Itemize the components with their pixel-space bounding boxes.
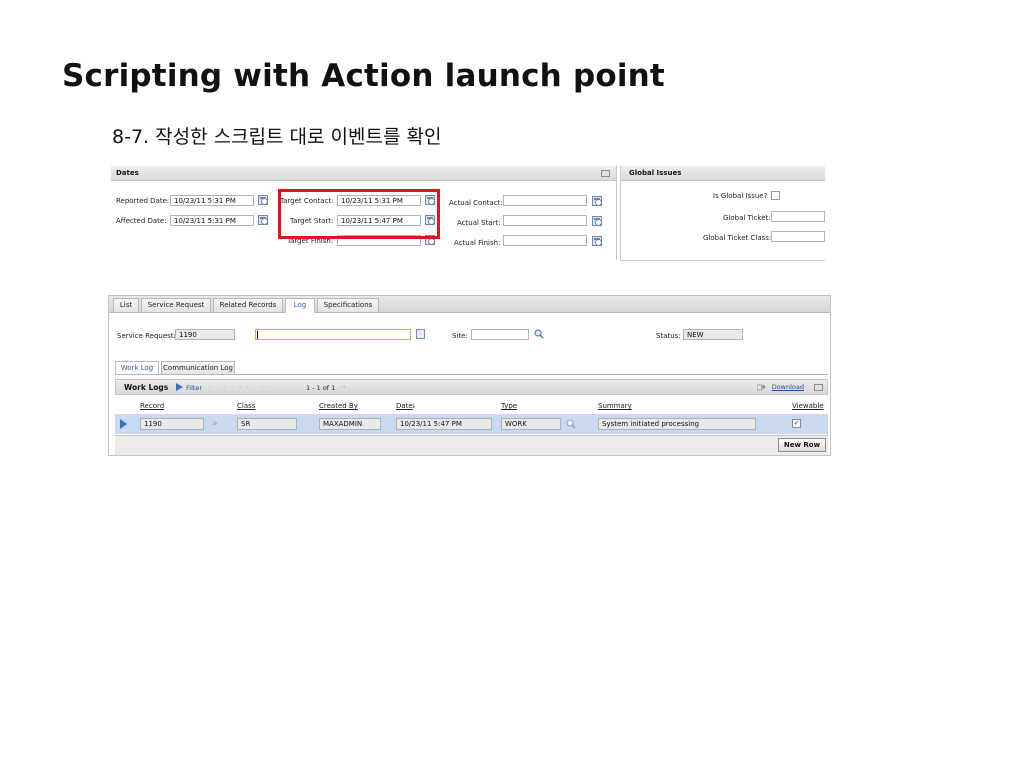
global-issues-title: Global Issues <box>629 169 682 177</box>
cell-class[interactable]: SR <box>237 418 297 430</box>
actual-start-label: Actual Start: <box>457 219 501 227</box>
text-cursor <box>257 331 258 339</box>
calendar-icon[interactable] <box>592 236 602 246</box>
calendar-icon[interactable] <box>258 215 268 225</box>
is-global-issue-label: Is Global Issue? <box>713 192 768 200</box>
global-ticket-class-input[interactable] <box>771 231 825 242</box>
cell-summary[interactable]: System initiated processing <box>598 418 756 430</box>
service-request-label: Service Request: <box>117 332 176 340</box>
cell-record[interactable]: 1190 <box>140 418 204 430</box>
subtab-work-log[interactable]: Work Log <box>115 361 159 375</box>
table-footer: New Row <box>115 435 828 455</box>
search-icon[interactable] <box>566 419 576 429</box>
new-row-button[interactable]: New Row <box>778 438 826 452</box>
search-icon[interactable] <box>534 329 544 339</box>
subtab-divider <box>115 374 828 375</box>
tab-strip: List Service Request Related Records Log… <box>109 296 830 313</box>
status-input: NEW <box>683 329 743 340</box>
column-header-record[interactable]: Record <box>140 402 164 410</box>
calendar-icon[interactable] <box>592 216 602 226</box>
global-ticket-class-label: Global Ticket Class: <box>703 234 772 242</box>
reported-date-label: Reported Date: <box>116 197 170 205</box>
affected-date-input[interactable]: 10/23/11 5:31 PM <box>170 215 254 226</box>
global-issues-panel: Global Issues Is Global Issue? Global Ti… <box>620 166 825 261</box>
global-issues-header: Global Issues <box>621 166 825 181</box>
subtab-communication-log[interactable]: Communication Log <box>161 361 235 374</box>
reported-date-input[interactable]: 10/23/11 5:31 PM <box>170 195 254 206</box>
long-description-icon[interactable] <box>416 329 425 339</box>
download-link[interactable]: Download <box>772 383 804 391</box>
global-ticket-input[interactable] <box>771 211 825 222</box>
actual-contact-input[interactable] <box>503 195 587 206</box>
pagination-text: 1 - 1 of 1 <box>306 384 336 392</box>
table-menu-icon[interactable] <box>814 384 823 391</box>
is-global-issue-checkbox[interactable] <box>771 191 780 200</box>
navigation-icons: › ◦ ‹ ◦ ‹ › ◦ › ◦ <box>208 383 274 391</box>
filter-link[interactable]: Filter <box>186 384 202 392</box>
column-header-viewable[interactable]: Viewable <box>792 402 824 410</box>
column-header-summary[interactable]: Summary <box>598 402 632 410</box>
next-page-icon[interactable]: → <box>340 383 346 391</box>
highlight-box <box>278 189 440 239</box>
actual-start-input[interactable] <box>503 215 587 226</box>
site-input[interactable] <box>471 329 529 340</box>
cell-date[interactable]: 10/23/11 5:47 PM <box>396 418 492 430</box>
tab-related-records[interactable]: Related Records <box>213 298 283 312</box>
site-label: Site: <box>452 332 468 340</box>
affected-date-label: Affected Date: <box>116 217 167 225</box>
slide-title: Scripting with Action launch point <box>62 58 665 94</box>
download-icon[interactable] <box>757 384 765 391</box>
actual-finish-input[interactable] <box>503 235 587 246</box>
tab-specifications[interactable]: Specifications <box>317 298 379 312</box>
row-expand-icon[interactable] <box>120 419 127 429</box>
sort-descending-icon: ↓ <box>411 402 417 410</box>
table-row[interactable]: 1190 » SR MAXADMIN 10/23/11 5:47 PM WORK… <box>115 414 828 434</box>
slide-subtitle: 8-7. 작성한 스크립트 대로 이벤트를 확인 <box>112 126 442 148</box>
actual-contact-label: Actual Contact: <box>449 199 503 207</box>
status-label: Status: <box>656 332 681 340</box>
service-request-input[interactable]: 1190 <box>175 329 235 340</box>
cell-type[interactable]: WORK <box>501 418 561 430</box>
tab-list[interactable]: List <box>113 298 139 312</box>
work-logs-title: Work Logs <box>124 383 169 392</box>
description-input[interactable] <box>255 329 411 340</box>
dates-title: Dates <box>116 169 139 177</box>
column-header-created-by[interactable]: Created By <box>319 402 358 410</box>
viewable-checkbox[interactable]: ✓ <box>792 419 801 428</box>
column-header-class[interactable]: Class <box>237 402 255 410</box>
tab-service-request[interactable]: Service Request <box>141 298 211 312</box>
dates-header: Dates <box>111 166 616 181</box>
cell-created-by[interactable]: MAXADMIN <box>319 418 381 430</box>
calendar-icon[interactable] <box>258 195 268 205</box>
detail-chevron-icon[interactable]: » <box>212 419 218 429</box>
tab-log[interactable]: Log <box>285 298 315 313</box>
global-ticket-label: Global Ticket: <box>723 214 771 222</box>
calendar-icon[interactable] <box>592 196 602 206</box>
collapse-icon[interactable] <box>601 170 610 177</box>
actual-finish-label: Actual Finish: <box>454 239 501 247</box>
log-panel: List Service Request Related Records Log… <box>108 295 831 456</box>
filter-arrow-icon[interactable] <box>176 383 183 391</box>
column-header-type[interactable]: Type <box>501 402 517 410</box>
work-logs-header: Work Logs Filter › ◦ ‹ ◦ ‹ › ◦ › ◦ 1 - 1… <box>115 379 828 395</box>
